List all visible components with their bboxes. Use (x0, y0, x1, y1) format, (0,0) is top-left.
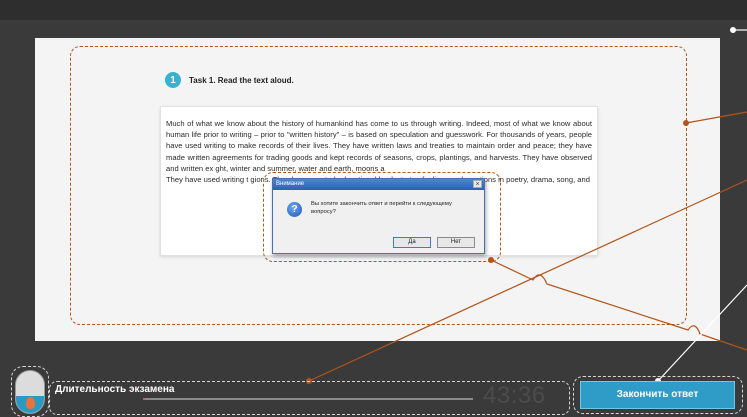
finish-callout-frame (573, 376, 743, 414)
timer-callout-frame (49, 381, 570, 415)
mic-callout-frame (11, 366, 49, 417)
dialog-callout-frame (263, 172, 501, 262)
top-band (0, 0, 747, 20)
